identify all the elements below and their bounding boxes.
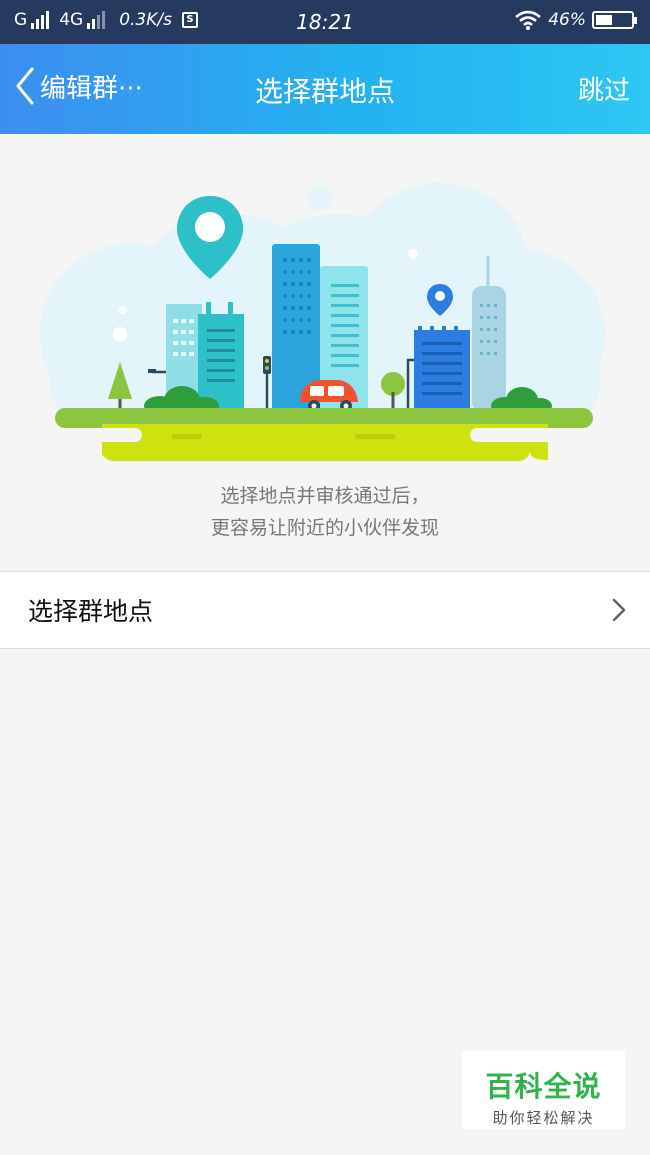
hero-section: 选择地点并审核通过后， 更容易让附近的小伙伴发现 bbox=[0, 134, 650, 571]
status-right: 46% bbox=[514, 10, 637, 30]
watermark: 百科全说 助你轻松解决 bbox=[462, 1051, 625, 1129]
watermark-title: 百科全说 bbox=[485, 1070, 602, 1103]
skip-button[interactable]: 跳过 bbox=[578, 70, 630, 107]
city-illustration bbox=[40, 182, 605, 461]
hero-caption-line2: 更容易让附近的小伙伴发现 bbox=[210, 517, 439, 539]
select-location-label: 选择群地点 bbox=[28, 597, 154, 626]
battery-percent: 46% bbox=[548, 10, 586, 30]
watermark-subtitle: 助你轻松解决 bbox=[492, 1109, 595, 1127]
battery-icon bbox=[592, 11, 637, 29]
page-title: 选择群地点 bbox=[254, 75, 395, 108]
chevron-right-icon bbox=[612, 598, 626, 622]
hero-caption-line1: 选择地点并审核通过后， bbox=[220, 485, 430, 507]
status-bar: G 4G 0.3K/s S 18:21 46% bbox=[0, 0, 650, 44]
select-location-row[interactable]: 选择群地点 bbox=[0, 571, 650, 649]
wifi-icon bbox=[515, 10, 542, 30]
nav-bar: 编辑群··· 选择群地点 跳过 bbox=[0, 44, 650, 134]
